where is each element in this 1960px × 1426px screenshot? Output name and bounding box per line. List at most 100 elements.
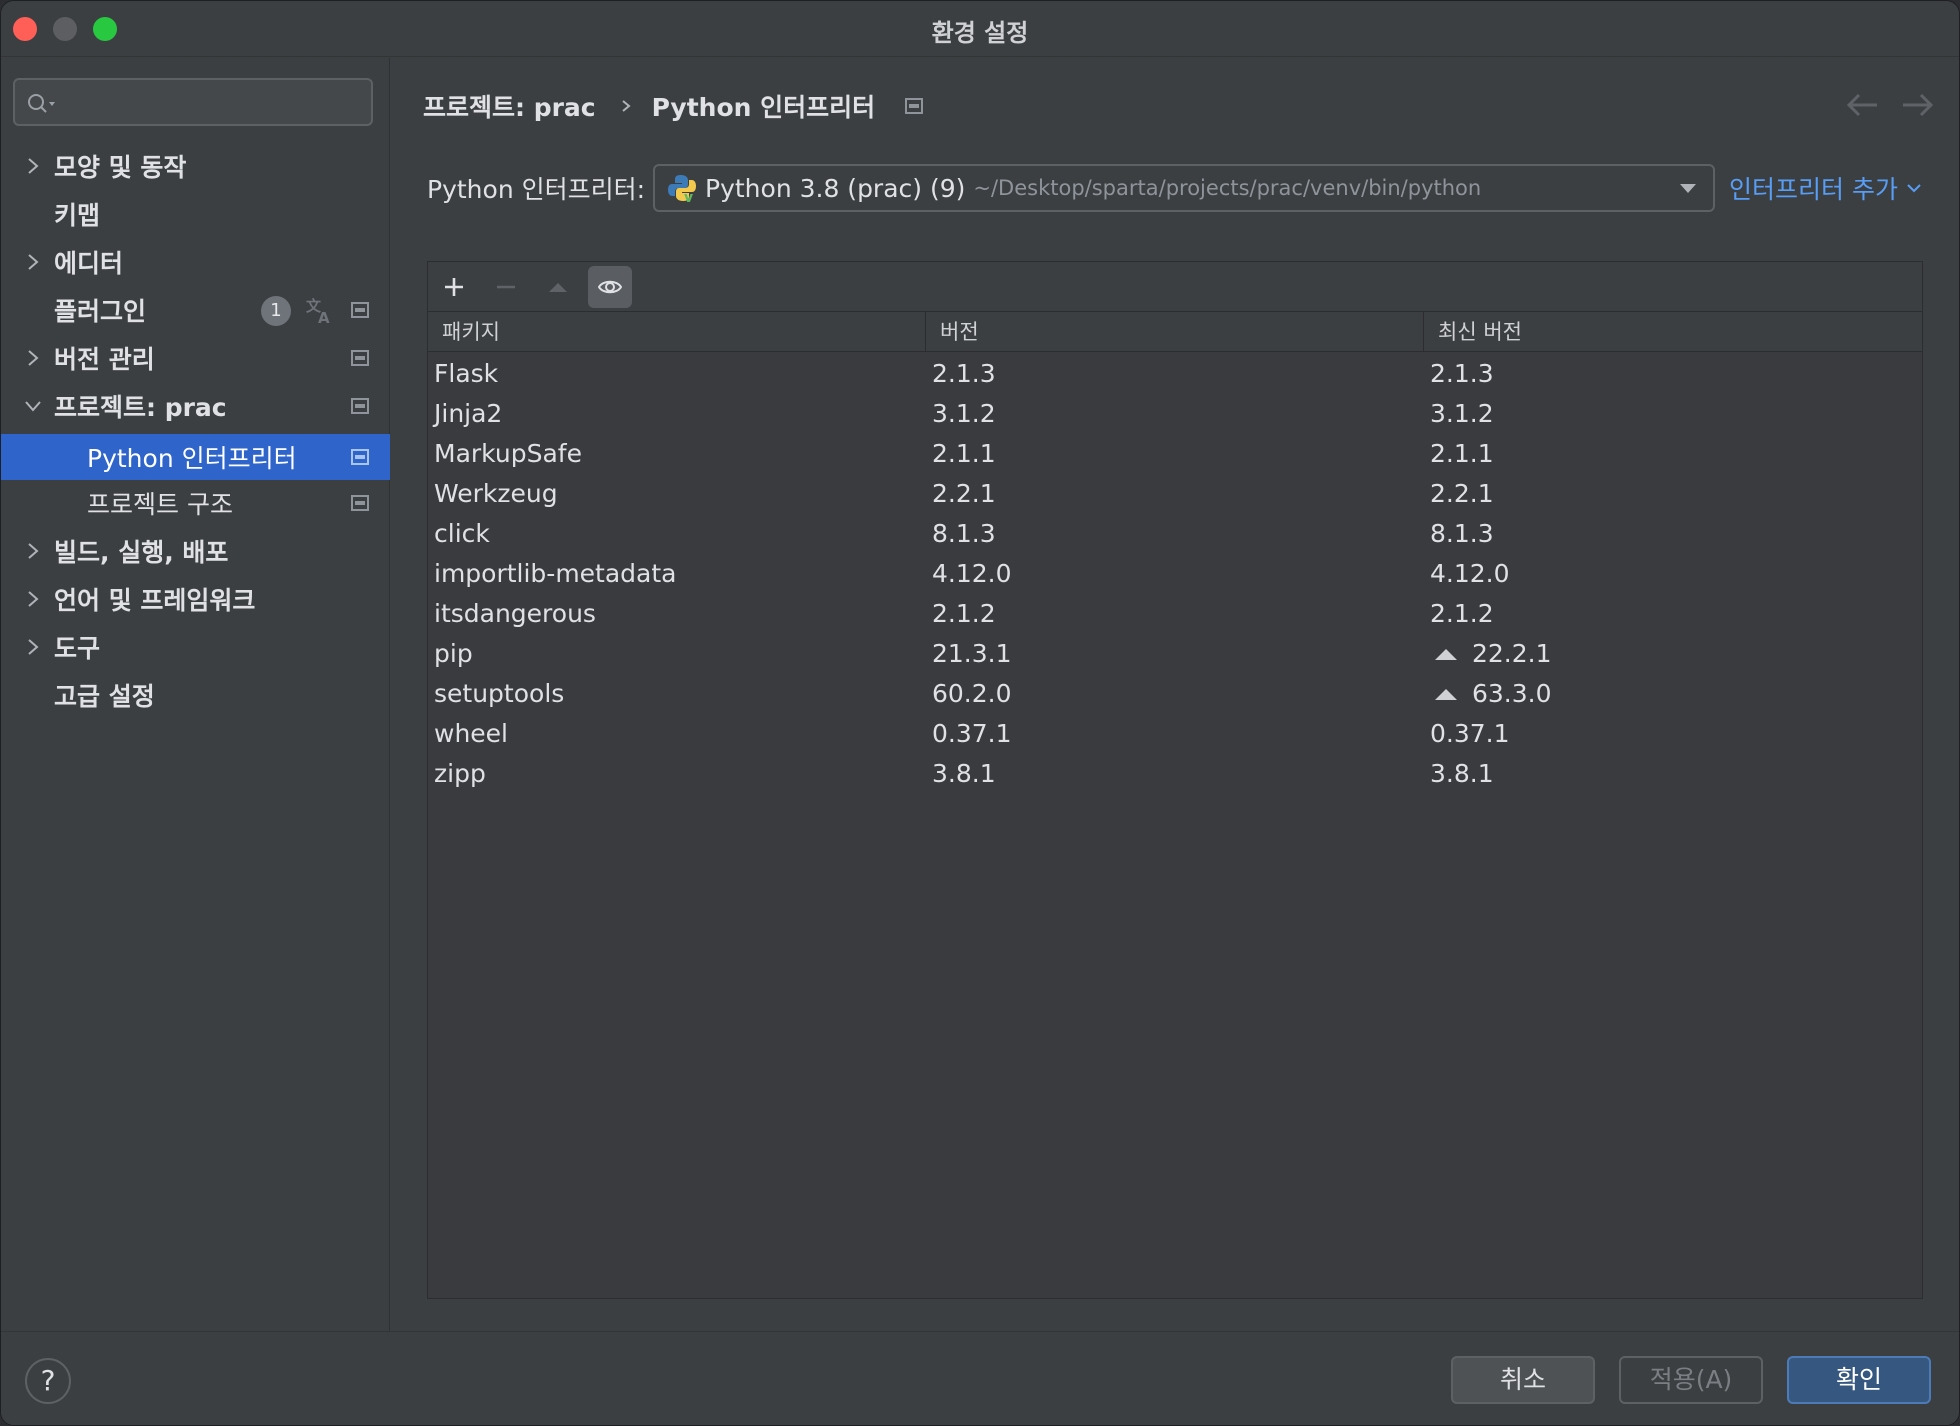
- packages-toolbar: [428, 262, 1922, 312]
- sidebar-item-label: 에디터: [54, 249, 124, 278]
- eye-icon: [598, 280, 622, 294]
- chevron-right-icon: [28, 254, 39, 270]
- package-version: 2.1.1: [932, 439, 996, 468]
- settings-window: 환경 설정 모양 및 동작 키맵 에디터 플러그인 1 文 A 버전 관리 프로…: [0, 0, 1960, 1426]
- sidebar-item-appearance[interactable]: 모양 및 동작: [1, 143, 390, 189]
- sidebar-item-version-control[interactable]: 버전 관리: [1, 335, 390, 381]
- column-header-package[interactable]: 패키지: [428, 312, 926, 352]
- table-row[interactable]: Flask 2.1.3 2.1.3: [428, 354, 1922, 394]
- dropdown-arrow-icon: [1680, 184, 1696, 193]
- chevron-right-icon: [28, 350, 39, 366]
- table-row[interactable]: setuptools 60.2.0 63.3.0: [428, 674, 1922, 714]
- table-row[interactable]: wheel 0.37.1 0.37.1: [428, 714, 1922, 754]
- table-row[interactable]: pip 21.3.1 22.2.1: [428, 634, 1922, 674]
- settings-sidebar: 모양 및 동작 키맵 에디터 플러그인 1 文 A 버전 관리 프로젝트: pr…: [1, 58, 390, 1331]
- sidebar-item-build-run-deploy[interactable]: 빌드, 실행, 배포: [1, 528, 390, 574]
- latest-version-text: 2.1.3: [1430, 359, 1494, 388]
- column-header-version[interactable]: 버전: [926, 312, 1424, 352]
- sidebar-item-label: 버전 관리: [54, 345, 155, 374]
- sidebar-item-python-interpreter[interactable]: Python 인터프리터: [1, 434, 390, 480]
- table-row[interactable]: Werkzeug 2.2.1 2.2.1: [428, 474, 1922, 514]
- add-interpreter-link[interactable]: 인터프리터 추가: [1729, 170, 1922, 206]
- sidebar-item-tools[interactable]: 도구: [1, 624, 390, 670]
- table-row[interactable]: Jinja2 3.1.2 3.1.2: [428, 394, 1922, 434]
- sidebar-item-label: 고급 설정: [54, 682, 155, 711]
- package-latest-version: 2.2.1: [1430, 474, 1494, 514]
- plus-icon: [445, 278, 463, 296]
- settings-search-input[interactable]: [13, 78, 373, 126]
- package-version: 2.1.3: [932, 359, 996, 388]
- sidebar-item-project[interactable]: 프로젝트: prac: [1, 383, 390, 429]
- sidebar-item-label: 빌드, 실행, 배포: [54, 538, 229, 567]
- packages-panel: 패키지 버전 최신 버전 Flask 2.1.3 2.1.3 Jinja2 3.1.2 3…: [427, 261, 1923, 1299]
- latest-version-text: 0.37.1: [1430, 719, 1510, 748]
- search-icon: [28, 94, 55, 113]
- table-row[interactable]: click 8.1.3 8.1.3: [428, 514, 1922, 554]
- package-latest-version: 8.1.3: [1430, 514, 1494, 554]
- project-level-icon: [351, 302, 369, 318]
- sidebar-item-keymap[interactable]: 키맵: [1, 191, 390, 237]
- help-button[interactable]: ?: [25, 1358, 71, 1404]
- triangle-up-icon: [549, 283, 567, 292]
- latest-version-text: 3.8.1: [1430, 759, 1494, 788]
- packages-table-body: Flask 2.1.3 2.1.3 Jinja2 3.1.2 3.1.2 MarkupSaf…: [428, 354, 1922, 794]
- chevron-right-icon: [28, 543, 39, 559]
- project-level-icon: [351, 350, 369, 366]
- project-level-icon: [351, 398, 369, 414]
- ok-button[interactable]: 확인: [1787, 1356, 1931, 1404]
- package-name: Werkzeug: [434, 479, 558, 508]
- package-name: itsdangerous: [434, 599, 596, 628]
- chevron-down-icon: [25, 401, 41, 412]
- package-latest-version: 0.37.1: [1430, 714, 1510, 754]
- back-forward-icon[interactable]: [1845, 88, 1935, 122]
- column-header-latest-version[interactable]: 최신 버전: [1424, 312, 1922, 352]
- sidebar-item-label: 프로젝트: prac: [54, 393, 227, 422]
- package-name: importlib-metadata: [434, 559, 677, 588]
- interpreter-label: Python 인터프리터:: [427, 175, 646, 204]
- sidebar-item-advanced-settings[interactable]: 고급 설정: [1, 672, 390, 718]
- sidebar-item-languages-frameworks[interactable]: 언어 및 프레임워크: [1, 576, 390, 622]
- sidebar-item-label: 키맵: [54, 201, 101, 230]
- package-latest-version: 2.1.3: [1430, 354, 1494, 394]
- apply-button[interactable]: 적용(A): [1619, 1356, 1763, 1404]
- show-early-releases-toggle[interactable]: [588, 266, 632, 308]
- latest-version-text: 8.1.3: [1430, 519, 1494, 548]
- breadcrumb-chevron-icon: [621, 100, 631, 112]
- package-name: Flask: [434, 359, 499, 388]
- interpreter-name: Python 3.8 (prac) (9): [705, 173, 966, 203]
- chevron-right-icon: [28, 639, 39, 655]
- table-row[interactable]: zipp 3.8.1 3.8.1: [428, 754, 1922, 794]
- cancel-button[interactable]: 취소: [1451, 1356, 1595, 1404]
- package-version: 60.2.0: [932, 679, 1012, 708]
- upgrade-package-button[interactable]: [536, 266, 580, 308]
- breadcrumb-current: Python 인터프리터: [651, 93, 876, 122]
- plugins-update-badge: 1: [261, 296, 291, 326]
- latest-version-text: 2.2.1: [1430, 479, 1494, 508]
- sidebar-item-editor[interactable]: 에디터: [1, 239, 390, 285]
- latest-version-text: 22.2.1: [1472, 639, 1552, 668]
- package-latest-version: 3.8.1: [1430, 754, 1494, 794]
- package-name: wheel: [434, 719, 508, 748]
- sidebar-item-label: 플러그인: [54, 297, 147, 326]
- chevron-right-icon: [28, 591, 39, 607]
- package-latest-version: 2.1.1: [1430, 434, 1494, 474]
- install-package-button[interactable]: [432, 266, 476, 308]
- chevron-right-icon: [28, 158, 39, 174]
- latest-version-text: 63.3.0: [1472, 679, 1552, 708]
- table-row[interactable]: itsdangerous 2.1.2 2.1.2: [428, 594, 1922, 634]
- interpreter-path: ~/Desktop/sparta/projects/prac/venv/bin/…: [973, 176, 1482, 200]
- sidebar-item-label: 언어 및 프레임워크: [54, 586, 256, 615]
- sidebar-item-label: Python 인터프리터: [87, 444, 297, 473]
- interpreter-select[interactable]: v Python 3.8 (prac) (9) ~/Desktop/sparta…: [653, 164, 1715, 212]
- sidebar-item-project-structure[interactable]: 프로젝트 구조: [1, 480, 390, 526]
- table-row[interactable]: MarkupSafe 2.1.1 2.1.1: [428, 434, 1922, 474]
- sidebar-item-plugins[interactable]: 플러그인 1 文 A: [1, 287, 390, 333]
- svg-text:v: v: [684, 190, 693, 203]
- breadcrumb-parent[interactable]: 프로젝트: prac: [423, 88, 596, 124]
- project-level-icon: [351, 449, 369, 465]
- title-bar: 환경 설정: [1, 1, 1959, 57]
- table-row[interactable]: importlib-metadata 4.12.0 4.12.0: [428, 554, 1922, 594]
- window-title: 환경 설정: [931, 19, 1029, 47]
- dialog-footer: ? 취소 적용(A) 확인: [1, 1331, 1959, 1425]
- uninstall-package-button[interactable]: [484, 266, 528, 308]
